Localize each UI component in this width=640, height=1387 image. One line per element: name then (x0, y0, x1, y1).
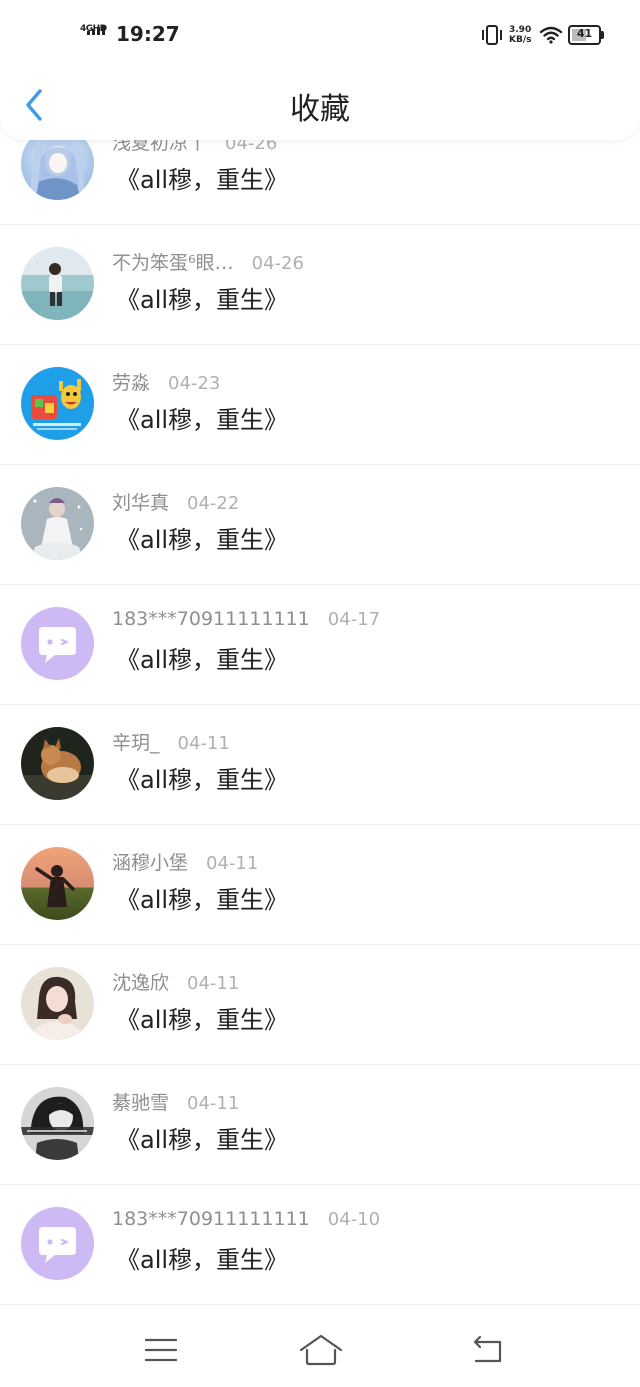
item-date: 04-10 (327, 1209, 381, 1230)
user-name[interactable]: 183***70911111111 (112, 608, 310, 630)
user-name[interactable]: 不为笨蛋⁶眼… (112, 252, 234, 274)
system-back-button[interactable] (468, 1330, 508, 1370)
menu-button[interactable] (141, 1330, 181, 1370)
work-title[interactable]: 《all穆，重生》 (116, 760, 288, 795)
work-title[interactable]: 《all穆，重生》 (116, 520, 288, 555)
list-item[interactable]: 刘华真 04-22 《all穆，重生》 (0, 465, 640, 585)
list-item[interactable]: 183***70911111111 04-17 《all穆，重生》 (0, 585, 640, 705)
system-nav-bar (0, 1310, 640, 1387)
work-title[interactable]: 《all穆，重生》 (116, 400, 288, 435)
divider (0, 1304, 640, 1305)
avatar[interactable] (21, 847, 94, 920)
network-speed: 3.90 KB/s (509, 25, 537, 45)
item-date: 04-11 (187, 973, 240, 994)
work-title[interactable]: 《all穆，重生》 (116, 640, 288, 675)
list-item[interactable]: 綦驰雪 04-11 《all穆，重生》 (0, 1065, 640, 1185)
user-name[interactable]: 劳淼 (112, 372, 150, 394)
status-time: 19:27 (116, 22, 180, 46)
home-button[interactable] (298, 1330, 344, 1370)
avatar[interactable] (21, 367, 94, 440)
user-name[interactable]: 辛玥_ (112, 732, 160, 754)
user-name[interactable]: 浅夏初凉丫 (112, 140, 207, 154)
avatar[interactable] (21, 727, 94, 800)
item-date: 04-11 (206, 853, 259, 874)
user-name[interactable]: 涵穆小堡 (112, 852, 188, 874)
user-name[interactable]: 沈逸欣 (112, 972, 169, 994)
battery-level: 41 (576, 27, 593, 40)
top-bar: 4GHD 19:27 3.90 KB/s (0, 0, 640, 140)
list-item[interactable]: 183***70911111111 04-10 《all穆，重生》 (0, 1185, 640, 1305)
wifi-icon (539, 26, 563, 44)
home-icon (299, 1334, 343, 1366)
item-date: 04-11 (187, 1093, 240, 1114)
work-title[interactable]: 《all穆，重生》 (116, 1000, 288, 1035)
item-date: 04-26 (225, 140, 278, 154)
user-name[interactable]: 183***70911111111 (112, 1208, 310, 1230)
network-indicator: 4GHD (80, 24, 110, 46)
list-item[interactable]: 沈逸欣 04-11 《all穆，重生》 (0, 945, 640, 1065)
default-avatar-icon (21, 1207, 94, 1280)
chevron-left-icon (26, 89, 42, 121)
nav-header: 收藏 (0, 70, 640, 140)
item-date: 04-22 (187, 493, 240, 514)
favorites-list: 浅夏初凉丫 04-26 《all穆，重生》 不为笨蛋⁶眼… 04-26 《all穆，… (0, 140, 640, 1310)
battery-icon: 41 (568, 25, 604, 45)
item-date: 04-17 (327, 609, 381, 630)
menu-icon (144, 1338, 178, 1362)
item-date: 04-26 (251, 253, 304, 274)
page-title: 收藏 (290, 92, 350, 127)
list-item[interactable]: 辛玥_ 04-11 《all穆，重生》 (0, 705, 640, 825)
list-item[interactable]: 浅夏初凉丫 04-26 《all穆，重生》 (0, 140, 640, 225)
speed-unit: KB/s (509, 35, 532, 45)
work-title[interactable]: 《all穆，重生》 (116, 1120, 288, 1155)
avatar[interactable] (21, 607, 94, 680)
back-button[interactable] (20, 85, 50, 125)
user-name[interactable]: 刘华真 (112, 492, 169, 514)
avatar[interactable] (21, 1087, 94, 1160)
item-date: 04-23 (168, 373, 221, 394)
list-item[interactable]: 不为笨蛋⁶眼… 04-26 《all穆，重生》 (0, 225, 640, 345)
work-title[interactable]: 《all穆，重生》 (116, 160, 288, 195)
avatar[interactable] (21, 487, 94, 560)
list-item[interactable]: 涵穆小堡 04-11 《all穆，重生》 (0, 825, 640, 945)
default-avatar-icon (21, 607, 94, 680)
avatar[interactable] (21, 247, 94, 320)
avatar[interactable] (21, 1207, 94, 1280)
work-title[interactable]: 《all穆，重生》 (116, 1240, 288, 1275)
avatar[interactable] (21, 140, 94, 200)
list-item[interactable]: 劳淼 04-23 《all穆，重生》 (0, 345, 640, 465)
return-icon (473, 1335, 502, 1363)
work-title[interactable]: 《all穆，重生》 (116, 280, 288, 315)
item-date: 04-11 (177, 733, 230, 754)
avatar[interactable] (21, 967, 94, 1040)
vibrate-icon (480, 24, 504, 46)
work-title[interactable]: 《all穆，重生》 (116, 880, 288, 915)
status-bar: 4GHD 19:27 3.90 KB/s (0, 0, 640, 70)
speed-value: 3.90 (509, 25, 532, 35)
user-name[interactable]: 綦驰雪 (112, 1092, 169, 1114)
